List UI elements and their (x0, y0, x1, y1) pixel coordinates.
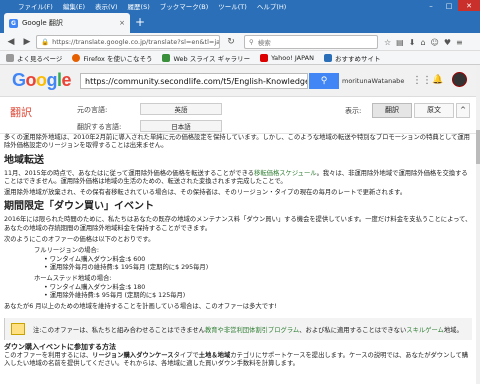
transfer-pricing-link[interactable]: 移転価格スケジュール (254, 170, 317, 177)
reader-icon[interactable]: ▤ (396, 38, 404, 47)
paragraph: 多くの運用除外地域は、2010年2月前に導入された単純に元の価格設定を保持してい… (4, 134, 470, 150)
list-item: ワンタイム購入ダウン料金:$ 180 (44, 284, 472, 292)
gear-icon (6, 53, 14, 62)
homestead-label: ホームステッド地域の場合: (34, 275, 112, 283)
menu-view[interactable]: 表示(V) (95, 1, 118, 11)
full-region-label: フルリージョンの場合: (34, 247, 99, 255)
note-text: 注:このオファーは、私たちと組み合わせることはできません教育や非営利団体割引プロ… (33, 326, 463, 334)
paragraph: 運用除外地域が放棄され、その保有者移転されている場合は、その保持者は、そのリージ… (4, 189, 407, 197)
minimize-icon[interactable]: – (422, 0, 440, 11)
bookmark-yahoo[interactable]: Yahoo! JAPAN (260, 53, 314, 62)
star-icon[interactable]: ☆ (384, 38, 391, 47)
source-language-label: 元の言語: (77, 106, 108, 114)
list-item: 運用除外維持費:$ 95毎月 (定期的に$ 125毎月) (44, 292, 472, 300)
forward-icon[interactable]: ▶ (20, 35, 34, 49)
menu-icon[interactable]: ≡ (456, 38, 463, 47)
window-controls: – □ ✕ (422, 0, 480, 11)
notifications-icon[interactable]: 🔔 (432, 75, 443, 85)
heading-region-transfer: 地域転送 (4, 154, 44, 166)
paragraph: 11月、2015年の時点で、あなたはに従って運用除外価格の価格を転送することがで… (4, 169, 468, 185)
target-language-label: 翻訳する言語: (77, 123, 122, 131)
how-to-section: ダウン購入イベントに参加する方法 このオファーを利用するには、リージョン購入ダウ… (4, 342, 472, 369)
paragraph: 2016年には限られた時間のために、私たちはあなたの既存の地域のメンテナンス料「… (4, 216, 472, 232)
toolbar-icons: ☆ ▤ ⬇ ⌂ ☺ ♥ ≡ (384, 35, 463, 49)
url-text: https://translate.google.co.jp/translate… (52, 38, 220, 46)
maximize-icon[interactable]: □ (440, 0, 458, 11)
bookmark-most-visited[interactable]: よく見るページ (6, 53, 62, 63)
note-box: 注:このオファーは、私たちと組み合わせることはできません教育や非営利団体割引プロ… (4, 318, 472, 340)
url-field[interactable]: 🔒 https://translate.google.co.jp/transla… (36, 35, 220, 49)
education-discount-link[interactable]: 教育や非営利団体割引プログラム (205, 327, 299, 334)
google-logo[interactable]: Google (12, 70, 72, 91)
source-language-select[interactable]: 英語 (140, 103, 222, 115)
apps-grid-icon[interactable]: ⋮⋮ (412, 75, 432, 86)
search-icon: ⚲ (249, 38, 254, 46)
heading-how-to-participate: ダウン購入イベントに参加する方法 (4, 343, 116, 351)
menu-bar: ファイル(F) 編集(E) 表示(V) 履歴(S) ブックマーク(B) ツール(… (0, 0, 480, 11)
scrollbar-thumb[interactable] (476, 130, 480, 164)
translate-search-button[interactable]: ⚲ (309, 73, 339, 89)
menu-edit[interactable]: 編集(E) (63, 1, 85, 11)
download-icon[interactable]: ⬇ (409, 38, 416, 47)
web-slice-icon (162, 53, 171, 62)
list-item: 運用除外毎月の維持費:$ 195毎月 (定期的に$ 295毎月) (44, 264, 472, 272)
menu-bookmarks[interactable]: ブックマーク(B) (160, 1, 209, 11)
heading-buy-down-event: 期間限定「ダウン買い」イベント (4, 201, 154, 213)
bookmark-recommended[interactable]: おすすめサイト (323, 53, 380, 63)
avatar[interactable] (452, 72, 467, 87)
tab-title: Google 翻訳 (22, 19, 63, 27)
note-icon (11, 323, 25, 335)
menu-file[interactable]: ファイル(F) (18, 1, 53, 11)
display-label: 表示: (345, 107, 362, 115)
show-original-button[interactable]: 原文 (414, 103, 454, 118)
user-name[interactable]: moritunaWatanabe (342, 77, 404, 85)
close-icon[interactable]: ✕ (458, 0, 480, 11)
translate-url-input[interactable]: https://community.secondlife.com/t5/Engl… (80, 73, 308, 89)
menu-history[interactable]: 履歴(S) (128, 1, 150, 11)
target-language-select[interactable]: 日本語 (140, 120, 222, 132)
show-translation-button[interactable]: 翻訳 (372, 103, 412, 118)
skill-gaming-link[interactable]: スキルゲーム (406, 327, 444, 334)
menu-help[interactable]: ヘルプ(H) (257, 1, 286, 11)
google-translate-icon: G (9, 18, 18, 28)
globe-icon (323, 53, 332, 62)
bookmark-web-slice[interactable]: Web スライス ギャラリー (162, 53, 250, 63)
bookmarks-toolbar: よく見るページ Firefox を使いこなそう Web スライス ギャラリー Y… (0, 51, 480, 65)
paragraph: このオファーを利用するには、リージョン購入ダウンケースタイプで土地＆地域カテゴリ… (4, 352, 469, 368)
home-icon[interactable]: ⌂ (420, 38, 425, 47)
tab-close-icon[interactable]: × (119, 19, 125, 27)
lock-icon: 🔒 (41, 38, 50, 46)
search-icon: ⚲ (320, 76, 328, 86)
translated-content: 多くの運用除外地域は、2010年2月前に導入された単純に元の価格設定を保持してい… (4, 134, 472, 314)
chat-icon[interactable]: ☺ (431, 38, 439, 47)
paragraph: あなたが6 月以上のための地域を維持することを計画している場合は、このオファーは… (4, 303, 277, 311)
bookmark-firefox[interactable]: Firefox を使いこなそう (72, 53, 152, 63)
firefox-icon (72, 53, 81, 62)
back-icon[interactable]: ◀ (4, 35, 18, 49)
yahoo-icon (260, 53, 269, 62)
paragraph: 次のようにこのオファーの価格は以下のとおりです。 (4, 236, 155, 244)
new-tab-button[interactable]: + (133, 14, 147, 30)
browser-search-input[interactable]: ⚲ 検索 (244, 35, 378, 49)
menu-tools[interactable]: ツール(T) (218, 1, 247, 11)
collapse-button[interactable]: ^ (456, 103, 470, 118)
search-placeholder: 検索 (257, 39, 271, 47)
scrollbar[interactable] (476, 65, 480, 384)
list-item: ワンタイム購入ダウン料金:$ 600 (44, 256, 472, 264)
pocket-icon[interactable]: ♥ (444, 38, 451, 47)
reload-icon[interactable]: ↻ (224, 35, 238, 49)
tab-google-translate[interactable]: G Google 翻訳 × (4, 13, 130, 33)
translate-title: 翻訳 (10, 106, 32, 119)
